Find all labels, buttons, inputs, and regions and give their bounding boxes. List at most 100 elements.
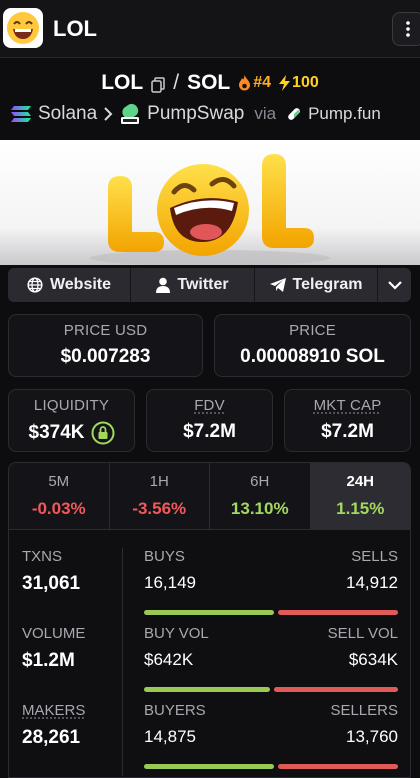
tab-1h-change: -3.56% [132, 499, 187, 518]
buyers-bar-fill [144, 764, 274, 769]
liquidity-value: $374K [28, 422, 85, 443]
flame-icon [239, 75, 251, 91]
globe-icon [27, 277, 43, 293]
txns-value: 31,061 [22, 573, 81, 594]
chevron-right-icon [104, 107, 113, 121]
chain-link[interactable]: Solana [38, 103, 97, 125]
buy-vol-bar-fill [144, 687, 270, 692]
pair-header: LOL / SOL #4 100 [0, 68, 420, 98]
laughing-emoji-icon [7, 12, 39, 44]
solana-icon [11, 106, 31, 122]
tab-5m[interactable]: 5M -0.03% [9, 463, 110, 529]
tab-6h-change: 13.10% [230, 499, 289, 518]
sells-value: 14,912 [346, 573, 398, 592]
tab-1h-label: 1H [149, 473, 169, 490]
buys-bar-fill [144, 610, 274, 615]
tab-5m-label: 5M [48, 473, 70, 490]
price-native-value: 0.00008910 SOL [240, 346, 385, 367]
telegram-link[interactable]: Telegram [255, 268, 378, 302]
sell-vol-bar-fill [274, 687, 398, 692]
kebab-icon [406, 21, 410, 37]
telegram-icon [269, 278, 286, 292]
makers-label[interactable]: MAKERS [22, 702, 85, 719]
volume-label: VOLUME [22, 625, 86, 642]
lol-logo-image [90, 154, 330, 265]
buyers-value: 14,875 [144, 727, 196, 746]
sells-bar-fill [278, 610, 398, 615]
price-native-card: PRICE 0.00008910 SOL [214, 314, 411, 377]
buyers-sellers-stat: BUYERS SELLERS 14,875 13,760 [144, 702, 398, 769]
tab-6h-label: 6H [250, 473, 270, 490]
volume-bar [144, 687, 398, 692]
chain-breadcrumb: Solana PumpSwap via Pump.fun [10, 100, 381, 128]
market-cap-label[interactable]: MKT CAP [314, 397, 382, 414]
market-cap-value: $7.2M [321, 421, 374, 442]
fdv-card: FDV $7.2M [146, 389, 273, 452]
lock-icon[interactable] [91, 421, 115, 445]
buys-sells-bar [144, 610, 398, 615]
txns-stat: TXNS 31,061 [22, 548, 80, 595]
social-links-bar: Website Twitter Telegram [8, 268, 411, 302]
more-menu-button[interactable] [392, 12, 420, 46]
via-label: via [254, 104, 277, 123]
more-links-button[interactable] [378, 268, 411, 302]
buy-vol-value: $642K [144, 650, 194, 669]
market-cap-card: MKT CAP $7.2M [284, 389, 411, 452]
buy-vol-label: BUY VOL [144, 625, 209, 642]
liquidity-label: LIQUIDITY [33, 397, 110, 414]
buyers-label: BUYERS [144, 702, 206, 719]
buy-sell-volume-stat: BUY VOL SELL VOL $642K $634K [144, 625, 398, 692]
copy-icon[interactable] [151, 75, 165, 93]
launchpad-link[interactable]: Pump.fun [308, 104, 381, 124]
fdv-value: $7.2M [183, 421, 236, 442]
trending-rank: #4 [253, 74, 272, 91]
sell-vol-value: $634K [348, 650, 398, 669]
liquidity-card: LIQUIDITY $374K [8, 389, 135, 452]
token-avatar[interactable] [3, 8, 43, 48]
top-bar: LOL [0, 0, 420, 58]
twitter-label: Twitter [177, 276, 229, 293]
buys-sells-stat: BUYS SELLS 16,149 14,912 [144, 548, 398, 615]
pumpswap-icon [121, 103, 140, 124]
sells-label: SELLS [351, 548, 398, 565]
sellers-value: 13,760 [346, 727, 398, 746]
trending-rank-badge[interactable]: #4 [238, 74, 271, 92]
boost-count: 100 [292, 74, 319, 91]
tab-24h-change: 1.15% [336, 499, 385, 518]
price-usd-card: PRICE USD $0.007283 [8, 314, 203, 377]
makers-value: 28,261 [22, 727, 81, 748]
token-banner [0, 140, 420, 265]
tab-6h[interactable]: 6H 13.10% [210, 463, 311, 529]
quote-symbol: SOL [187, 71, 231, 94]
makers-stat: MAKERS 28,261 [22, 702, 85, 749]
pair-separator: / [173, 71, 180, 94]
volume-value: $1.2M [22, 650, 75, 671]
telegram-label: Telegram [292, 276, 363, 293]
tab-5m-change: -0.03% [31, 499, 86, 518]
website-label: Website [49, 276, 112, 293]
price-usd-label: PRICE USD [63, 322, 148, 339]
trade-stats-panel: TXNS 31,061 BUYS SELLS 16,149 14,912 VOLUM… [8, 530, 411, 778]
chevron-down-icon [387, 280, 402, 290]
buys-value: 16,149 [144, 573, 196, 592]
website-link[interactable]: Website [8, 268, 131, 302]
tab-1h[interactable]: 1H -3.56% [110, 463, 210, 529]
dex-link[interactable]: PumpSwap [147, 103, 244, 125]
tab-24h-label: 24H [346, 473, 375, 490]
buys-label: BUYS [144, 548, 185, 565]
sellers-label: SELLERS [330, 702, 398, 719]
buyers-sellers-bar [144, 764, 398, 769]
person-icon [156, 277, 171, 293]
pill-icon [288, 108, 300, 120]
fdv-label[interactable]: FDV [194, 397, 225, 414]
boost-badge[interactable]: 100 [279, 74, 319, 92]
timeframe-tabs: 5M -0.03% 1H -3.56% 6H 13.10% 24H 1.15% [8, 462, 411, 530]
stats-divider [122, 548, 123, 776]
tab-24h[interactable]: 24H 1.15% [310, 463, 410, 529]
lightning-icon [279, 75, 291, 91]
price-native-label: PRICE [289, 322, 336, 339]
token-title: LOL [53, 16, 97, 41]
sell-vol-label: SELL VOL [327, 625, 398, 642]
base-symbol: LOL [101, 71, 144, 94]
twitter-link[interactable]: Twitter [131, 268, 255, 302]
